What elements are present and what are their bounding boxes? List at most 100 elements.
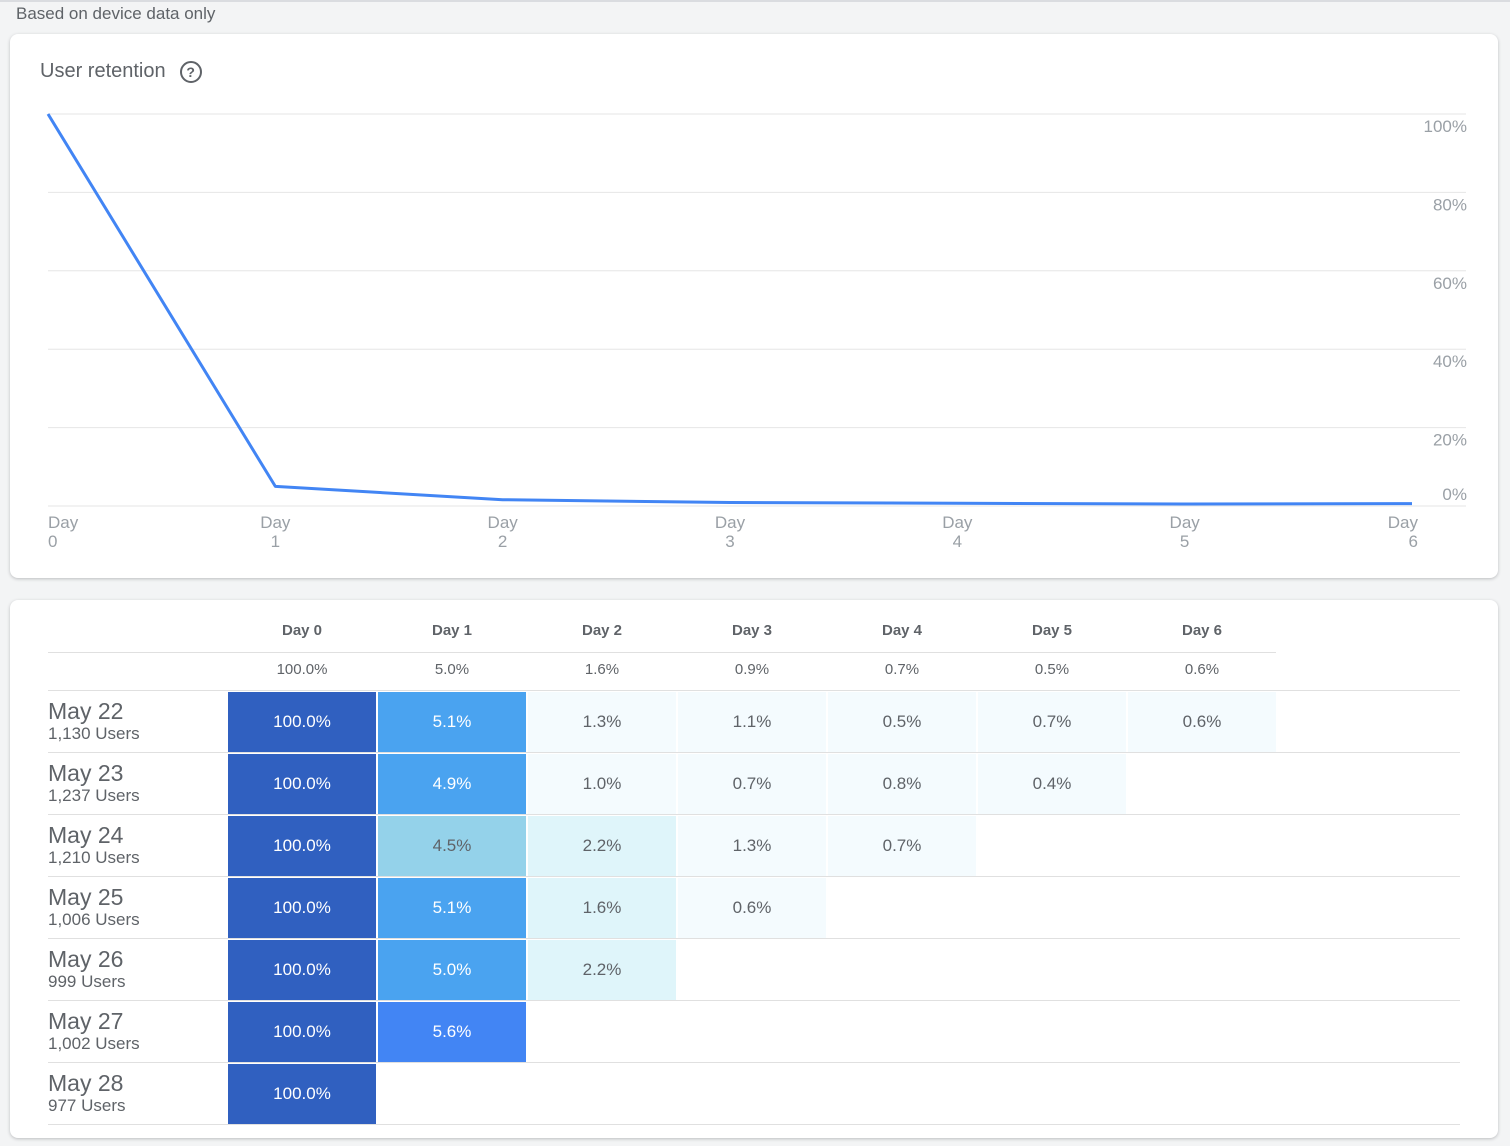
retention-cell[interactable]: 1.0%: [528, 754, 676, 814]
row-divider: [48, 814, 1460, 815]
retention-cell[interactable]: 2.2%: [528, 940, 676, 1000]
x-tick-label: 3: [725, 532, 734, 551]
retention-cell[interactable]: 0.7%: [828, 816, 976, 876]
cohort-label: May 25 1,006 Users: [48, 884, 140, 930]
x-tick-label: Day: [1388, 513, 1419, 532]
y-tick-label: 80%: [1433, 195, 1467, 214]
row-divider: [48, 1124, 1460, 1125]
row-divider: [48, 752, 1460, 753]
x-tick-label: 6: [1409, 532, 1418, 551]
column-header[interactable]: Day 6: [1128, 622, 1276, 639]
column-average: 0.6%: [1184, 661, 1220, 678]
retention-cell[interactable]: 0.7%: [678, 754, 826, 814]
retention-cell[interactable]: 1.1%: [678, 692, 826, 752]
x-tick-label: Day: [942, 513, 973, 532]
column-average: 0.5%: [1034, 661, 1070, 678]
chart-title-row: User retention ?: [40, 60, 202, 83]
retention-series-line: [46, 113, 1413, 506]
retention-cell[interactable]: 1.6%: [528, 878, 676, 938]
retention-cell[interactable]: 4.9%: [378, 754, 526, 814]
retention-cell[interactable]: 1.3%: [528, 692, 676, 752]
retention-cell[interactable]: 0.7%: [978, 692, 1126, 752]
column-header[interactable]: Day 4: [828, 622, 976, 639]
retention-cohort-table-card: Day 0 Day 1 Day 2 Day 3 Day 4 Day 5 Day 6 100.0…: [10, 600, 1498, 1138]
x-tick-label: Day: [488, 513, 519, 532]
retention-cell[interactable]: 4.5%: [378, 816, 526, 876]
retention-cell[interactable]: 100.0%: [228, 1002, 376, 1062]
row-divider: [48, 1062, 1460, 1063]
y-tick-label: 60%: [1433, 274, 1467, 293]
cohort-date: May 28: [48, 1070, 124, 1096]
cohort-date: May 22: [48, 698, 124, 724]
cohort-users: 1,006 Users: [48, 910, 140, 929]
cohort-date: May 27: [48, 1008, 124, 1034]
help-circle-icon[interactable]: ?: [179, 60, 202, 83]
cohort-users: 1,210 Users: [48, 848, 140, 867]
column-header[interactable]: Day 2: [528, 622, 676, 639]
retention-cell[interactable]: 0.8%: [828, 754, 976, 814]
cohort-date: May 25: [48, 884, 124, 910]
x-tick-label: 5: [1180, 532, 1189, 551]
cohort-label: May 27 1,002 Users: [48, 1008, 140, 1054]
retention-cell[interactable]: 100.0%: [228, 692, 376, 752]
row-divider: [48, 1000, 1460, 1001]
retention-cell[interactable]: 0.6%: [678, 878, 826, 938]
column-average: 0.7%: [884, 661, 920, 678]
cohort-date: May 23: [48, 760, 124, 786]
x-tick-label: Day: [1170, 513, 1201, 532]
retention-cell[interactable]: 100.0%: [228, 1064, 376, 1124]
cohort-users: 977 Users: [48, 1096, 126, 1115]
cohort-users: 1,002 Users: [48, 1034, 140, 1053]
column-header[interactable]: Day 5: [978, 622, 1126, 639]
chart-title: User retention: [40, 60, 166, 82]
row-divider: [48, 876, 1460, 877]
x-tick-label: Day: [715, 513, 746, 532]
y-tick-label: 0%: [1442, 485, 1467, 504]
retention-cell[interactable]: 0.5%: [828, 692, 976, 752]
cohort-date: May 24: [48, 822, 124, 848]
cohort-label: May 22 1,130 Users: [48, 698, 140, 744]
column-average: 5.0%: [434, 661, 470, 678]
column-average: 0.9%: [734, 661, 770, 678]
retention-cell[interactable]: 100.0%: [228, 878, 376, 938]
retention-cell[interactable]: 2.2%: [528, 816, 676, 876]
averages-divider: [48, 690, 1460, 691]
top-divider: [0, 0, 1510, 2]
y-tick-label: 20%: [1433, 431, 1467, 450]
retention-cell[interactable]: 0.6%: [1128, 692, 1276, 752]
cohort-users: 1,237 Users: [48, 786, 140, 805]
column-average: 1.6%: [584, 661, 620, 678]
retention-line-chart: 100%80%60%40%20%0%Day0Day1Day2Day3Day4Da…: [46, 113, 1467, 551]
retention-cell[interactable]: 5.6%: [378, 1002, 526, 1062]
row-divider: [48, 938, 1460, 939]
retention-cell[interactable]: 100.0%: [228, 816, 376, 876]
cohort-users: 999 Users: [48, 972, 126, 991]
x-tick-label: 2: [498, 532, 507, 551]
x-tick-label: 1: [271, 532, 280, 551]
retention-cell[interactable]: 5.1%: [378, 878, 526, 938]
cohort-label: May 24 1,210 Users: [48, 822, 140, 868]
y-tick-label: 100%: [1424, 117, 1467, 136]
device-data-note: Based on device data only: [16, 4, 216, 23]
retention-cell[interactable]: 5.0%: [378, 940, 526, 1000]
retention-cell[interactable]: 100.0%: [228, 940, 376, 1000]
column-average: 100.0%: [276, 661, 328, 678]
user-retention-chart-card: 100% 80% 60% 40% 20% 0% Day 0 Day 1 Day 2 Day 3 Day 4 Da…: [10, 34, 1498, 578]
cohort-label: May 26 999 Users: [48, 946, 125, 992]
column-header[interactable]: Day 0: [228, 622, 376, 639]
x-tick-label: Day: [260, 513, 291, 532]
retention-cell[interactable]: 100.0%: [228, 754, 376, 814]
cohort-label: May 23 1,237 Users: [48, 760, 140, 806]
column-header[interactable]: Day 3: [678, 622, 826, 639]
y-tick-label: 40%: [1433, 352, 1467, 371]
x-tick-label: Day: [48, 513, 79, 532]
cohort-users: 1,130 Users: [48, 724, 140, 743]
retention-cell[interactable]: 0.4%: [978, 754, 1126, 814]
header-divider: [48, 652, 1276, 653]
retention-cell[interactable]: 5.1%: [378, 692, 526, 752]
column-header[interactable]: Day 1: [378, 622, 526, 639]
retention-cell[interactable]: 1.3%: [678, 816, 826, 876]
x-tick-label: 0: [48, 532, 57, 551]
x-tick-label: 4: [953, 532, 962, 551]
cohort-date: May 26: [48, 946, 124, 972]
